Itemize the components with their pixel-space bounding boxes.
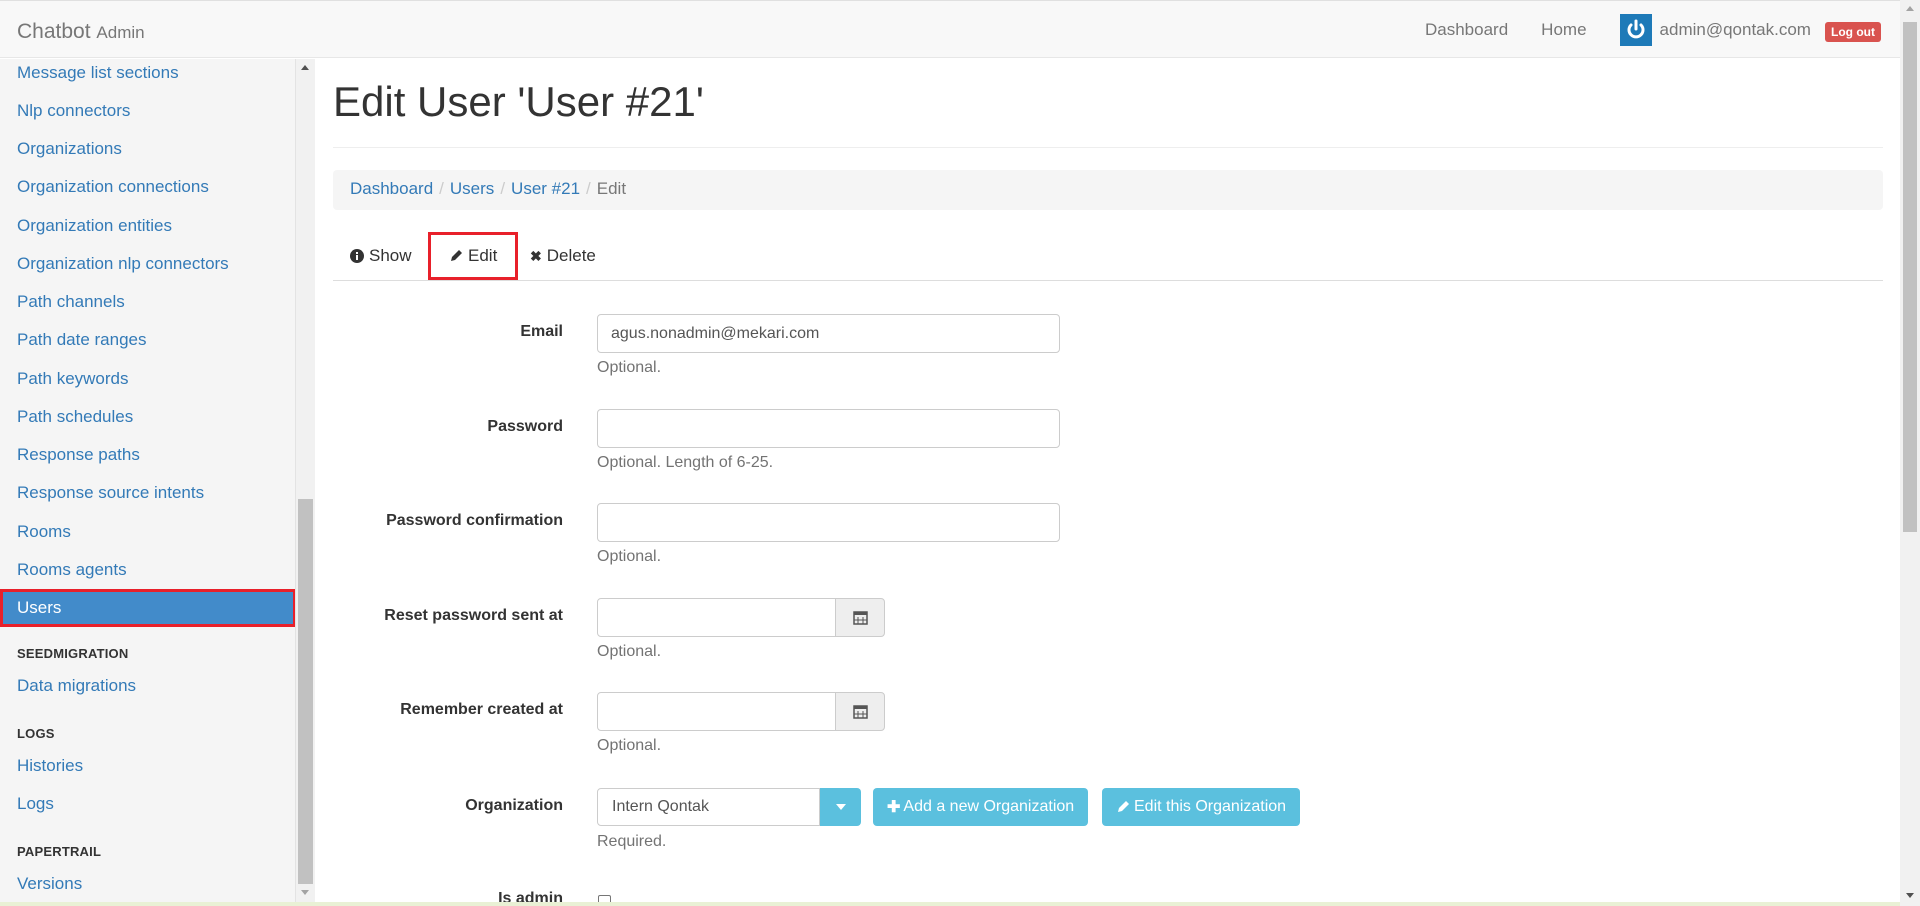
sidebar-item-histories[interactable]: Histories bbox=[17, 756, 83, 776]
sidebar-scroll-thumb[interactable] bbox=[298, 499, 313, 884]
calendar-icon bbox=[852, 705, 868, 719]
edit-organization-label: Edit this Organization bbox=[1134, 798, 1287, 815]
scroll-down-icon[interactable] bbox=[1906, 893, 1914, 898]
sidebar-item-response-source-intents[interactable]: Response source intents bbox=[17, 483, 204, 503]
password-confirmation-field[interactable] bbox=[597, 503, 1060, 542]
sidebar-item-organization-connections[interactable]: Organization connections bbox=[17, 177, 209, 197]
sidebar-item-users[interactable]: Users bbox=[0, 589, 295, 627]
caret-down-icon bbox=[835, 804, 846, 810]
sidebar-heading-papertrail: PAPERTRAIL bbox=[17, 844, 102, 859]
pencil-icon bbox=[1118, 801, 1129, 812]
nav-dashboard-link[interactable]: Dashboard bbox=[1425, 20, 1508, 40]
breadcrumb-current: Edit bbox=[596, 179, 627, 198]
sidebar-heading-seedmigration: SEEDMIGRATION bbox=[17, 646, 129, 661]
power-icon bbox=[1627, 19, 1644, 39]
sidebar-item-data-migrations[interactable]: Data migrations bbox=[17, 676, 136, 696]
bottom-strip bbox=[0, 902, 1900, 906]
reset-password-sent-at-help: Optional. bbox=[597, 643, 662, 660]
user-email-link[interactable]: admin@qontak.com bbox=[1660, 20, 1811, 40]
info-circle-icon bbox=[350, 249, 364, 263]
tab-show-label: Show bbox=[369, 246, 412, 265]
sidebar-scrollbar[interactable] bbox=[296, 59, 315, 906]
password-field[interactable] bbox=[597, 409, 1060, 448]
add-organization-button[interactable]: ✚ Add a new Organization bbox=[873, 788, 1089, 826]
action-tabs: Show Edit ✖ Delete bbox=[333, 232, 1883, 281]
sidebar-item-organizations[interactable]: Organizations bbox=[17, 139, 122, 159]
avatar[interactable] bbox=[1619, 14, 1652, 46]
sidebar-item-path-keywords[interactable]: Path keywords bbox=[17, 369, 129, 389]
sidebar-item-message-list-sections[interactable]: Message list sections bbox=[17, 63, 179, 83]
remember-created-at-help: Optional. bbox=[597, 737, 662, 754]
calendar-icon bbox=[852, 611, 868, 625]
password-confirmation-label: Password confirmation bbox=[386, 512, 563, 529]
sidebar-item-path-date-ranges[interactable]: Path date ranges bbox=[17, 330, 146, 350]
email-label: Email bbox=[520, 323, 563, 340]
sidebar-item-rooms[interactable]: Rooms bbox=[17, 522, 71, 542]
tab-show[interactable]: Show bbox=[350, 232, 412, 280]
edit-organization-button[interactable]: Edit this Organization bbox=[1102, 788, 1301, 826]
sidebar-heading-logs: LOGS bbox=[17, 726, 55, 741]
organization-dropdown-toggle[interactable] bbox=[820, 788, 861, 826]
page-scrollbar[interactable] bbox=[1900, 0, 1920, 906]
brand-title: Chatbot bbox=[17, 20, 91, 43]
breadcrumb: Dashboard / Users / User #21 / Edit bbox=[333, 170, 1883, 210]
email-help: Optional. bbox=[597, 359, 662, 376]
breadcrumb-users[interactable]: Users bbox=[450, 179, 494, 198]
page-scroll-thumb[interactable] bbox=[1903, 22, 1917, 532]
email-field[interactable] bbox=[597, 314, 1060, 353]
top-navbar: Chatbot Admin Dashboard Home admin@qonta… bbox=[0, 0, 1900, 58]
password-help: Optional. Length of 6-25. bbox=[597, 454, 774, 471]
sidebar-item-logs[interactable]: Logs bbox=[17, 794, 54, 814]
page-title: Edit User 'User #21' bbox=[333, 78, 704, 125]
sidebar-item-organization-entities[interactable]: Organization entities bbox=[17, 216, 172, 236]
logout-button[interactable]: Log out bbox=[1825, 22, 1881, 42]
nav-home-link[interactable]: Home bbox=[1541, 20, 1586, 40]
sidebar-item-path-channels[interactable]: Path channels bbox=[17, 292, 125, 312]
brand-subtitle: Admin bbox=[96, 23, 145, 42]
remember-created-at-field[interactable] bbox=[597, 692, 836, 731]
title-divider bbox=[333, 147, 1883, 148]
sidebar-item-versions[interactable]: Versions bbox=[17, 874, 82, 894]
breadcrumb-separator: / bbox=[500, 179, 506, 198]
sidebar-item-path-schedules[interactable]: Path schedules bbox=[17, 407, 133, 427]
sidebar-item-users-label: Users bbox=[17, 598, 62, 617]
sidebar-item-rooms-agents[interactable]: Rooms agents bbox=[17, 560, 127, 580]
breadcrumb-separator: / bbox=[439, 179, 444, 198]
tab-edit-label: Edit bbox=[468, 246, 498, 265]
scroll-up-icon[interactable] bbox=[301, 65, 309, 70]
pencil-icon bbox=[451, 250, 462, 261]
organization-label: Organization bbox=[465, 797, 563, 814]
organization-help: Required. bbox=[597, 833, 667, 850]
add-organization-label: Add a new Organization bbox=[903, 798, 1075, 815]
password-label: Password bbox=[487, 418, 563, 435]
reset-password-sent-at-label: Reset password sent at bbox=[384, 607, 563, 624]
sidebar-item-nlp-connectors[interactable]: Nlp connectors bbox=[17, 101, 130, 121]
tab-delete[interactable]: ✖ Delete bbox=[530, 232, 596, 280]
remember-created-at-label: Remember created at bbox=[400, 701, 563, 718]
reset-password-sent-at-field[interactable] bbox=[597, 598, 836, 637]
organization-select[interactable]: Intern Qontak bbox=[597, 788, 820, 826]
sidebar: Message list sections Nlp connectors Org… bbox=[0, 59, 296, 906]
password-confirmation-help: Optional. bbox=[597, 548, 662, 565]
scroll-up-icon[interactable] bbox=[1906, 6, 1914, 11]
tab-delete-label: Delete bbox=[546, 246, 596, 265]
sidebar-item-response-paths[interactable]: Response paths bbox=[17, 445, 140, 465]
remember-created-calendar-button[interactable] bbox=[835, 692, 885, 731]
breadcrumb-user[interactable]: User #21 bbox=[511, 179, 580, 198]
breadcrumb-dashboard[interactable]: Dashboard bbox=[350, 179, 433, 198]
breadcrumb-separator: / bbox=[586, 179, 591, 198]
close-icon: ✖ bbox=[530, 247, 542, 264]
reset-password-calendar-button[interactable] bbox=[835, 598, 885, 637]
tab-edit[interactable]: Edit bbox=[428, 232, 519, 280]
sidebar-item-organization-nlp-connectors[interactable]: Organization nlp connectors bbox=[17, 254, 229, 274]
plus-icon: ✚ bbox=[887, 799, 901, 816]
brand-link[interactable]: Chatbot Admin bbox=[17, 20, 145, 44]
